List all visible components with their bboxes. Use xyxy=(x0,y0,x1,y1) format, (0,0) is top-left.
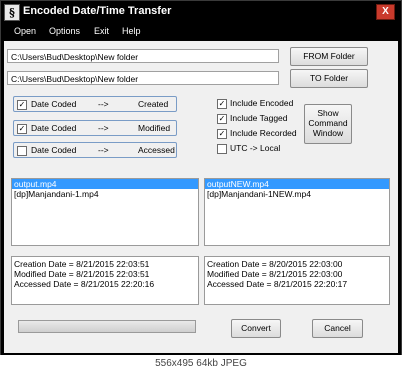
main-panel: C:\Users\Bud\Desktop\New folder FROM Fol… xyxy=(4,41,398,353)
accessed-checkbox[interactable] xyxy=(17,146,27,156)
check-mark-icon: ✓ xyxy=(218,114,226,123)
date-coded-label: Date Coded xyxy=(31,99,77,109)
convert-button[interactable]: Convert xyxy=(231,319,281,338)
accessed-label: Accessed xyxy=(138,145,175,155)
mapping-row-modified: ✓ Date Coded --> Modified xyxy=(13,120,177,136)
arrow-label: --> xyxy=(98,99,109,109)
image-caption-bar: 556x495 64kb JPEG xyxy=(0,355,402,373)
check-mark-icon: ✓ xyxy=(18,124,26,133)
include-tagged-label: Include Tagged xyxy=(230,113,288,123)
include-encoded-label: Include Encoded xyxy=(230,98,294,108)
cancel-button[interactable]: Cancel xyxy=(312,319,363,338)
list-item[interactable]: [dp]Manjandani-1.mp4 xyxy=(12,189,198,199)
menu-exit[interactable]: Exit xyxy=(94,26,109,36)
include-tagged-checkbox[interactable]: ✓ xyxy=(217,114,227,124)
target-file-list[interactable]: outputNEW.mp4 [dp]Manjandani-1NEW.mp4 xyxy=(204,178,390,246)
image-caption: 556x495 64kb JPEG xyxy=(155,358,247,369)
modified-date-text: Modified Date = 8/21/2015 22:03:00 xyxy=(207,269,343,279)
utc-to-local-label: UTC -> Local xyxy=(230,143,281,153)
include-encoded-checkbox[interactable]: ✓ xyxy=(217,99,227,109)
from-folder-path-field[interactable]: C:\Users\Bud\Desktop\New folder xyxy=(7,49,279,63)
date-coded-label: Date Coded xyxy=(31,145,77,155)
created-checkbox[interactable]: ✓ xyxy=(17,100,27,110)
target-date-info: Creation Date = 8/20/2015 22:03:00 Modif… xyxy=(204,256,390,305)
menu-help[interactable]: Help xyxy=(122,26,141,36)
list-item[interactable]: outputNEW.mp4 xyxy=(205,179,389,189)
arrow-label: --> xyxy=(98,145,109,155)
modified-date-text: Modified Date = 8/21/2015 22:03:51 xyxy=(14,269,150,279)
modified-checkbox[interactable]: ✓ xyxy=(17,124,27,134)
menu-bar: Open Options Exit Help xyxy=(1,23,401,40)
include-recorded-checkbox[interactable]: ✓ xyxy=(217,129,227,139)
app-icon[interactable]: § xyxy=(4,4,20,21)
progress-bar xyxy=(18,320,196,333)
creation-date-text: Creation Date = 8/21/2015 22:03:51 xyxy=(14,259,150,269)
title-bar[interactable]: § Encoded Date/Time Transfer X xyxy=(1,1,401,23)
check-mark-icon: ✓ xyxy=(218,99,226,108)
accessed-date-text: Accessed Date = 8/21/2015 22:20:16 xyxy=(14,279,155,289)
created-label: Created xyxy=(138,99,169,109)
source-date-info: Creation Date = 8/21/2015 22:03:51 Modif… xyxy=(11,256,199,305)
mapping-row-created: ✓ Date Coded --> Created xyxy=(13,96,177,112)
to-folder-button[interactable]: TO Folder xyxy=(290,69,368,88)
window-title: Encoded Date/Time Transfer xyxy=(23,5,172,17)
close-icon[interactable]: X xyxy=(376,4,395,20)
menu-options[interactable]: Options xyxy=(49,26,80,36)
arrow-label: --> xyxy=(98,123,109,133)
app-window: § Encoded Date/Time Transfer X Open Opti… xyxy=(0,0,402,357)
menu-open[interactable]: Open xyxy=(14,26,36,36)
window-label: Window xyxy=(312,128,344,138)
utc-to-local-checkbox[interactable] xyxy=(217,144,227,154)
mapping-row-accessed: Date Coded --> Accessed xyxy=(13,142,177,158)
source-file-list[interactable]: output.mp4 [dp]Manjandani-1.mp4 xyxy=(11,178,199,246)
check-mark-icon: ✓ xyxy=(18,100,26,109)
creation-date-text: Creation Date = 8/20/2015 22:03:00 xyxy=(207,259,343,269)
from-folder-button[interactable]: FROM Folder xyxy=(290,47,368,66)
list-item[interactable]: output.mp4 xyxy=(12,179,198,189)
list-item[interactable]: [dp]Manjandani-1NEW.mp4 xyxy=(205,189,389,199)
modified-label: Modified xyxy=(138,123,171,133)
check-mark-icon: ✓ xyxy=(218,129,226,138)
include-recorded-label: Include Recorded xyxy=(230,128,297,138)
show-label: Show xyxy=(317,108,339,118)
date-coded-label: Date Coded xyxy=(31,123,77,133)
show-command-window-button[interactable]: Show Command Window xyxy=(304,104,352,144)
command-label: Command xyxy=(308,118,348,128)
accessed-date-text: Accessed Date = 8/21/2015 22:20:17 xyxy=(207,279,348,289)
to-folder-path-field[interactable]: C:\Users\Bud\Desktop\New folder xyxy=(7,71,279,85)
